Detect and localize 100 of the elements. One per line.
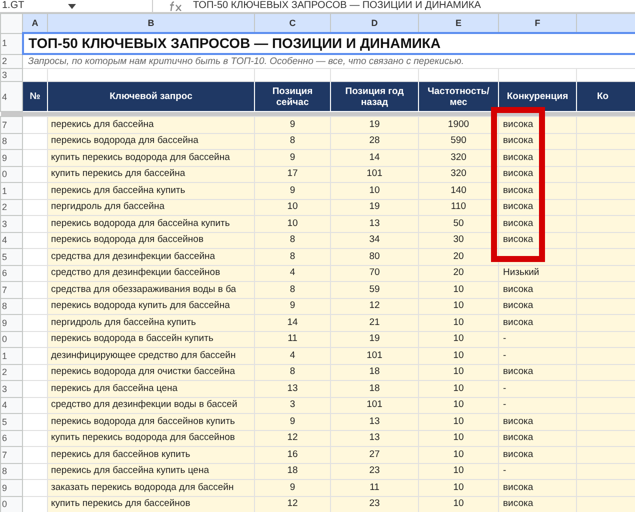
- table-cell: перекись для бассейна купить цена: [48, 463, 254, 480]
- row-header[interactable]: 9: [0, 314, 22, 331]
- row-header[interactable]: 8: [0, 133, 22, 150]
- table-cell: 10: [330, 182, 418, 199]
- row-header[interactable]: 0: [0, 496, 22, 512]
- table-cell: 23: [330, 463, 418, 480]
- corner-cell[interactable]: [0, 14, 22, 33]
- column-header[interactable]: [576, 14, 635, 33]
- table-cell: 11: [330, 480, 418, 496]
- row-header[interactable]: 2: [0, 364, 22, 380]
- table-cell: 9: [254, 150, 330, 166]
- row-header[interactable]: 3: [0, 68, 22, 82]
- column-header[interactable]: B: [48, 14, 254, 33]
- row-header[interactable]: 5: [0, 414, 22, 430]
- row-header[interactable]: 8: [0, 463, 22, 480]
- table-header-cell: №: [22, 82, 48, 112]
- row-header[interactable]: 0: [0, 331, 22, 348]
- table-header-cell: Ко: [576, 82, 635, 112]
- table-cell: 8: [254, 232, 330, 248]
- column-header[interactable]: D: [330, 14, 418, 33]
- table-cell: 17: [254, 166, 330, 182]
- row-header[interactable]: 0: [0, 166, 22, 182]
- table-cell: 10: [418, 364, 498, 380]
- row-header[interactable]: 1: [0, 348, 22, 364]
- table-cell: 1900: [418, 116, 498, 133]
- table-cell: 19: [330, 199, 418, 216]
- table-cell: 10: [418, 348, 498, 364]
- table-cell: 9: [254, 182, 330, 199]
- table-cell: перекись для бассейна купить: [48, 182, 254, 199]
- caret-icon[interactable]: [68, 4, 76, 8]
- column-header[interactable]: F: [498, 14, 576, 33]
- table-cell: -: [498, 463, 576, 480]
- row-header[interactable]: 5: [0, 248, 22, 265]
- table-cell: висока: [498, 496, 576, 512]
- table-cell: 19: [330, 116, 418, 133]
- table-cell: 80: [330, 248, 418, 265]
- row-header[interactable]: 7: [0, 116, 22, 133]
- formula-text[interactable]: ТОП-50 КЛЮЧЕВЫХ ЗАПРОСОВ — ПОЗИЦИИ И ДИНАМИКА: [193, 1, 481, 11]
- table-cell: перекись водорода для бассейна: [48, 133, 254, 150]
- table-cell: висока: [498, 446, 576, 463]
- name-box[interactable]: 1.GT: [0, 0, 152, 12]
- table-cell: -: [498, 380, 576, 397]
- row-header[interactable]: 9: [0, 150, 22, 166]
- row-header[interactable]: 1: [0, 33, 22, 54]
- table-cell: 18: [330, 380, 418, 397]
- row-header[interactable]: 6: [0, 430, 22, 446]
- table-cell: 13: [330, 414, 418, 430]
- table-cell: 8: [254, 282, 330, 298]
- table-cell: перекись для бассейна цена: [48, 380, 254, 397]
- table-cell: 28: [330, 133, 418, 150]
- table-cell: 10: [254, 216, 330, 232]
- row-header[interactable]: 3: [0, 380, 22, 397]
- row-header[interactable]: 9: [0, 480, 22, 496]
- row-header[interactable]: 6: [0, 265, 22, 282]
- table-cell: 10: [418, 446, 498, 463]
- table-cell: 11: [254, 331, 330, 348]
- row-header[interactable]: 4: [0, 397, 22, 414]
- row-header[interactable]: 4: [0, 232, 22, 248]
- table-cell: 27: [330, 446, 418, 463]
- row-header[interactable]: 1: [0, 182, 22, 199]
- table-cell: висока: [498, 364, 576, 380]
- table-cell: дезинфицирующее средство для бассейн: [48, 348, 254, 364]
- sheet-title: ТОП-50 КЛЮЧЕВЫХ ЗАПРОСОВ — ПОЗИЦИИ И ДИНАМИКА: [22, 33, 635, 54]
- table-header-cell: Частотность/ мес: [418, 82, 498, 112]
- table-cell: висока: [498, 282, 576, 298]
- table-cell: 13: [254, 380, 330, 397]
- row-header[interactable]: 8: [0, 298, 22, 314]
- sheet-subtitle: Запросы, по которым нам критично быть в ТОП-10. Особенно — все, что связано с перекисью.: [22, 54, 635, 68]
- column-header[interactable]: C: [254, 14, 330, 33]
- table-cell: 8: [254, 133, 330, 150]
- column-header[interactable]: E: [418, 14, 498, 33]
- table-cell: 4: [254, 348, 330, 364]
- table-cell: перекись водорода для очистки бассейна: [48, 364, 254, 380]
- row-header[interactable]: 4: [0, 82, 22, 112]
- table-cell: средство для дезинфекции воды в бассей: [48, 397, 254, 414]
- table-cell: купить перекись для бассейнов: [48, 496, 254, 512]
- row-header[interactable]: 3: [0, 216, 22, 232]
- table-cell: 9: [254, 116, 330, 133]
- row-header[interactable]: 7: [0, 282, 22, 298]
- table-cell: перекись водорода для бассейна купить: [48, 216, 254, 232]
- table-cell: 9: [254, 480, 330, 496]
- table-cell: купить перекись для бассейна: [48, 166, 254, 182]
- table-cell: 9: [254, 414, 330, 430]
- column-header[interactable]: A: [22, 14, 48, 33]
- table-header-cell: Позиция сейчас: [254, 82, 330, 112]
- table-cell: пергидроль для бассейна купить: [48, 314, 254, 331]
- table-cell: 10: [418, 480, 498, 496]
- table-cell: 20: [418, 265, 498, 282]
- row-header[interactable]: 7: [0, 446, 22, 463]
- row-header[interactable]: 2: [0, 54, 22, 68]
- table-cell: 14: [254, 314, 330, 331]
- table-cell: перекись водорода для бассейнов: [48, 232, 254, 248]
- table-cell: купить перекись водорода для бассейнов: [48, 430, 254, 446]
- row-header[interactable]: 2: [0, 199, 22, 216]
- table-cell: перекись водорода в бассейн купить: [48, 331, 254, 348]
- table-cell: 12: [254, 430, 330, 446]
- table-cell: перекись для бассейнов купить: [48, 446, 254, 463]
- table-cell: средство для дезинфекции бассейнов: [48, 265, 254, 282]
- table-cell: 10: [418, 380, 498, 397]
- table-cell: перекись водорода купить для бассейна: [48, 298, 254, 314]
